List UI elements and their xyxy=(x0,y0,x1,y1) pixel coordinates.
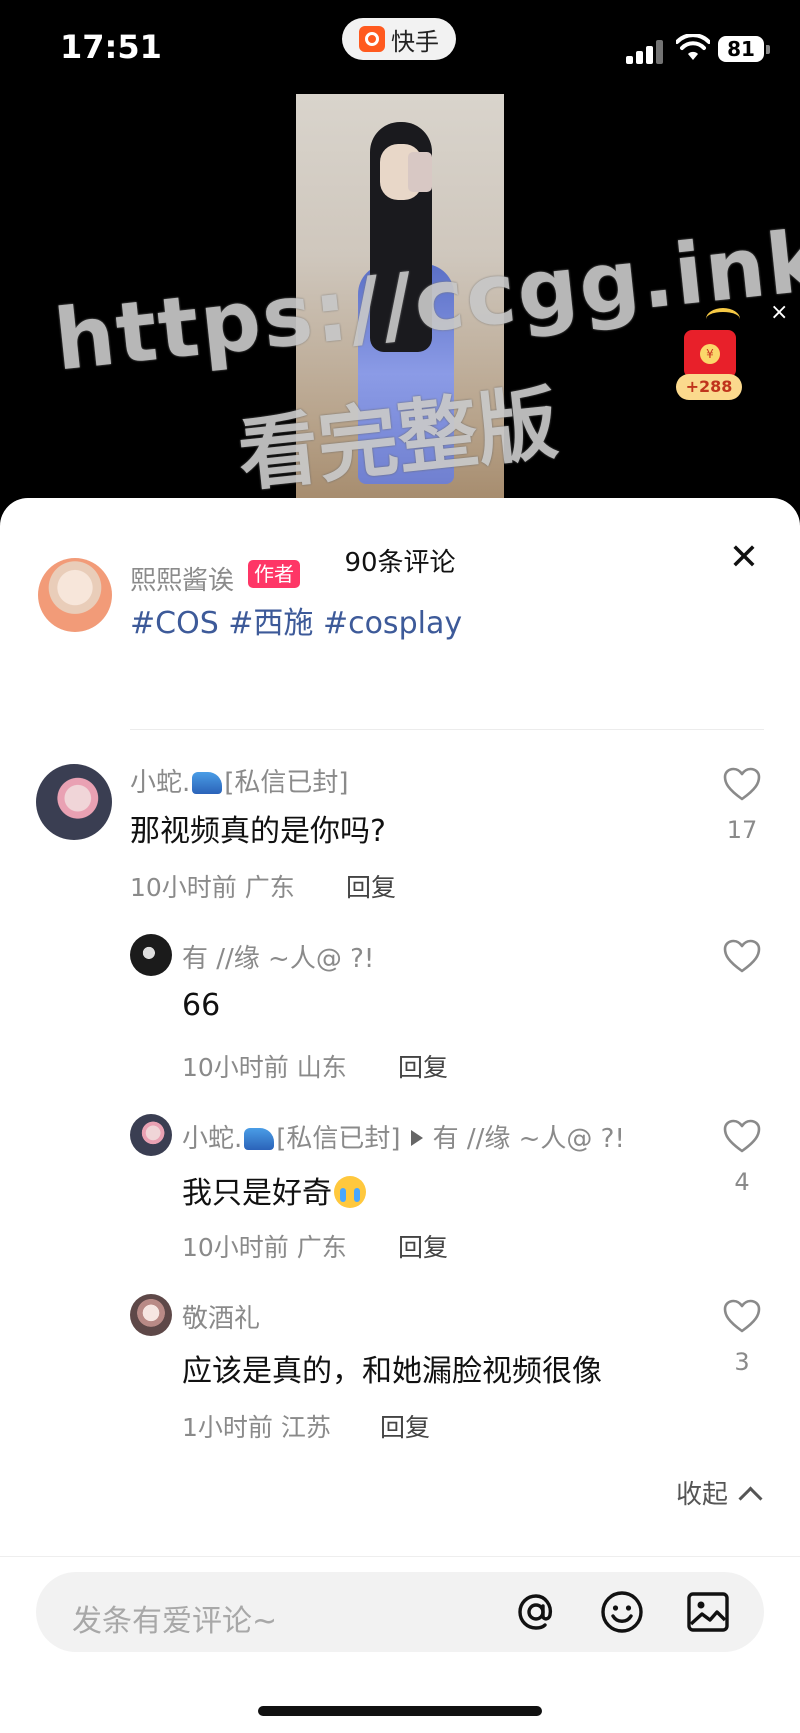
commenter-name[interactable]: 有 //缘 ~人@ ?! xyxy=(182,938,374,975)
comment-meta: 10小时前 广东 xyxy=(182,1228,347,1264)
cellular-signal-icon xyxy=(626,38,666,64)
heart-icon xyxy=(723,767,761,801)
heart-icon xyxy=(723,939,761,973)
comment-sheet: 90条评论 ✕ 熙熙酱诶 作者 #COS #西施 #cosplay xyxy=(0,498,800,1732)
author-hashtags[interactable]: #COS #西施 #cosplay xyxy=(130,598,462,642)
heart-icon xyxy=(723,1119,761,1153)
kuaishou-logo-icon xyxy=(359,26,385,52)
comment-location: 山东 xyxy=(296,1053,347,1082)
divider xyxy=(130,729,764,730)
commenter-name-text: 小蛇. xyxy=(130,768,191,798)
wave-emoji-icon xyxy=(244,1128,275,1150)
home-indicator[interactable] xyxy=(258,1706,542,1716)
red-packet-widget[interactable]: ¥ +288 xyxy=(676,308,742,400)
image-icon[interactable] xyxy=(684,1588,732,1636)
close-red-packet-button[interactable]: × xyxy=(770,300,788,325)
comment-time: 1小时前 xyxy=(182,1413,273,1442)
comment-text: 我只是好奇 xyxy=(182,1168,366,1212)
app-name: 快手 xyxy=(391,27,439,56)
comment-meta: 10小时前 广东 xyxy=(130,868,295,904)
reply-arrow-icon xyxy=(410,1130,423,1146)
commenter-name[interactable]: 小蛇. [私信已封] 有 //缘 ~人@ ?! xyxy=(182,1118,625,1155)
like-count: 17 xyxy=(726,816,758,844)
watermark-text: 看完整版 xyxy=(233,376,562,503)
author-name[interactable]: 熙熙酱诶 xyxy=(130,560,234,597)
reply-button[interactable]: 回复 xyxy=(380,1408,430,1444)
commenter-avatar[interactable] xyxy=(130,1294,172,1336)
author-avatar[interactable] xyxy=(38,558,112,632)
like-button[interactable] xyxy=(722,1118,762,1154)
like-button[interactable] xyxy=(722,1298,762,1334)
red-packet-amount: +288 xyxy=(676,374,742,400)
comment-time: 10小时前 xyxy=(182,1053,289,1082)
reply-button[interactable]: 回复 xyxy=(346,868,396,904)
crying-emoji-icon xyxy=(334,1176,366,1208)
reply-button[interactable]: 回复 xyxy=(398,1048,448,1084)
commenter-avatar[interactable] xyxy=(36,764,112,840)
comment-text: 应该是真的，和她漏脸视频很像 xyxy=(182,1354,602,1389)
commenter-name[interactable]: 敬酒礼 xyxy=(182,1298,260,1335)
comment-input-placeholder: 发条有爱评论~ xyxy=(72,1604,278,1639)
emoji-icon[interactable] xyxy=(598,1588,646,1636)
comment-text-body: 我只是好奇 xyxy=(182,1176,332,1211)
collapse-label: 收起 xyxy=(676,1480,729,1510)
wave-emoji-icon xyxy=(192,772,223,794)
comment-text: 那视频真的是你吗? xyxy=(130,814,386,849)
commenter-avatar[interactable] xyxy=(130,934,172,976)
heart-icon xyxy=(723,1299,761,1333)
status-time: 17:51 xyxy=(60,28,162,66)
comment-location: 江苏 xyxy=(280,1413,331,1442)
comment-meta: 10小时前 山东 xyxy=(182,1048,347,1084)
commenter-name-suffix: [私信已封] xyxy=(224,768,349,798)
commenter-name-suffix: [私信已封] xyxy=(276,1124,401,1154)
commenter-name-text: 小蛇. xyxy=(182,1124,243,1154)
reply-button[interactable]: 回复 xyxy=(398,1228,448,1264)
like-button[interactable] xyxy=(722,766,762,802)
comment-time: 10小时前 xyxy=(182,1233,289,1262)
chevron-up-icon xyxy=(738,1486,763,1511)
comment-meta: 1小时前 江苏 xyxy=(182,1408,331,1444)
comment-location: 广东 xyxy=(296,1233,347,1262)
video-figure-phone xyxy=(408,152,432,192)
wifi-icon xyxy=(676,34,710,60)
commenter-name[interactable]: 小蛇. [私信已封] xyxy=(130,762,349,799)
at-icon[interactable] xyxy=(512,1588,560,1636)
author-badge: 作者 xyxy=(248,560,300,588)
comment-text: 66 xyxy=(182,988,221,1023)
comment-location: 广东 xyxy=(244,873,295,902)
commenter-avatar[interactable] xyxy=(130,1114,172,1156)
coin-icon: ¥ xyxy=(700,344,720,364)
red-packet-arc xyxy=(706,308,740,330)
like-count: 4 xyxy=(734,1168,750,1196)
battery-indicator: 81 xyxy=(718,36,770,62)
collapse-replies-button[interactable]: 收起 xyxy=(676,1474,763,1511)
close-comments-button[interactable]: ✕ xyxy=(724,538,764,578)
like-count: 3 xyxy=(734,1348,750,1376)
app-switch-pill[interactable]: 快手 xyxy=(342,18,456,60)
comment-count-title: 90条评论 xyxy=(344,548,456,578)
reply-to-name[interactable]: 有 //缘 ~人@ ?! xyxy=(433,1124,625,1154)
comment-time: 10小时前 xyxy=(130,873,237,902)
like-button[interactable] xyxy=(722,938,762,974)
status-bar: 17:51 快手 81 xyxy=(0,0,800,96)
